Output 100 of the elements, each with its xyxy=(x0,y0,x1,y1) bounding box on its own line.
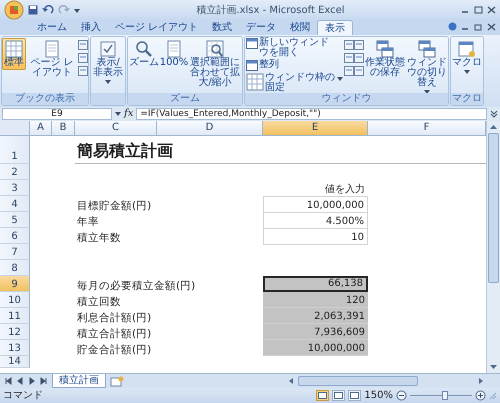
save-icon[interactable] xyxy=(28,5,38,15)
result-cell: 2,063,391 xyxy=(263,308,368,324)
window-icon[interactable] xyxy=(344,53,354,63)
result-cell: 7,936,609 xyxy=(263,324,368,340)
input-cell: 10,000,000 xyxy=(263,196,368,213)
row-header[interactable]: 12 xyxy=(0,324,30,340)
insert-sheet-icon[interactable] xyxy=(110,376,124,386)
cell-label: 毎月の必要積立金額(円) xyxy=(76,279,196,292)
column-header[interactable]: F xyxy=(368,121,486,136)
resize-grip-icon[interactable] xyxy=(489,392,497,400)
restore-icon[interactable] xyxy=(474,22,483,30)
scrollbar-thumb[interactable] xyxy=(488,133,499,283)
sheet-icon xyxy=(458,40,476,58)
zoom-slider[interactable] xyxy=(410,390,472,401)
view-icon[interactable] xyxy=(78,40,88,50)
ribbon-button[interactable]: ウィンドウ枠の固定 xyxy=(245,73,344,93)
window-icon[interactable] xyxy=(344,66,354,76)
office-button-icon[interactable] xyxy=(4,0,24,20)
cell-label: 利息合計額(円) xyxy=(76,311,152,324)
row-header[interactable]: 9 xyxy=(0,276,30,292)
row-header[interactable]: 11 xyxy=(0,308,30,324)
row-header[interactable]: 5 xyxy=(0,212,30,228)
page-icon xyxy=(43,40,61,58)
previous-sheet-icon[interactable] xyxy=(16,377,24,385)
ribbon-tab[interactable]: 表示 xyxy=(317,20,354,35)
ribbon-button[interactable]: 新しいウィンドウを開く xyxy=(245,38,344,58)
column-header[interactable]: B xyxy=(52,121,75,136)
row-header[interactable]: 1 xyxy=(0,136,30,164)
window-title: 積立計画.xlsx - Microsoft Excel xyxy=(195,4,346,18)
column-header[interactable]: C xyxy=(75,121,157,136)
ribbon-button[interactable]: 作業状態の保存 xyxy=(364,38,406,80)
ribbon-group-label: ブックの表示 xyxy=(2,93,88,105)
row-header[interactable]: 4 xyxy=(0,196,30,212)
cell-label: 年率 xyxy=(76,215,100,228)
ribbon-group-label: マクロ xyxy=(451,93,483,105)
insert-function-button[interactable]: fx xyxy=(124,109,134,119)
grid-icon xyxy=(246,73,264,91)
row-header[interactable]: 6 xyxy=(0,228,30,244)
column-header[interactable]: A xyxy=(30,121,52,136)
caret-icon[interactable] xyxy=(115,112,121,116)
ribbon-tab[interactable]: 挿入 xyxy=(74,20,108,35)
ribbon-button[interactable]: 標準 xyxy=(2,38,26,70)
zoom-in-icon[interactable] xyxy=(475,390,486,401)
grid-magnifier-icon xyxy=(206,40,224,58)
expand-icon[interactable] xyxy=(490,110,498,118)
ribbon-tab[interactable]: 数式 xyxy=(205,20,240,35)
name-box[interactable]: E9 xyxy=(2,108,112,120)
undo-icon[interactable] xyxy=(42,5,54,15)
grid-icon xyxy=(5,40,23,58)
cell-text: 値を入力 xyxy=(324,182,366,196)
view-icon[interactable] xyxy=(78,66,88,76)
formula-field[interactable]: =IF(Values_Entered,Monthly_Deposit,"") xyxy=(136,108,487,120)
windows-icon xyxy=(376,40,394,58)
slider-thumb[interactable] xyxy=(442,391,448,400)
window-icon[interactable] xyxy=(354,53,364,63)
ribbon-button[interactable]: 選択範囲に合わせて拡大/縮小 xyxy=(188,38,242,90)
ribbon-tab[interactable]: ページ レイアウト xyxy=(108,20,206,35)
ribbon-tab[interactable]: ホーム xyxy=(30,20,74,35)
view-icon[interactable] xyxy=(78,53,88,63)
checklist-icon xyxy=(99,40,117,58)
ribbon-group-label: ズーム xyxy=(128,93,242,105)
ribbon-button[interactable]: マクロ xyxy=(451,38,483,76)
ribbon-button[interactable]: ページ レイアウト xyxy=(26,38,78,80)
magnifier-icon xyxy=(135,40,153,58)
column-header[interactable]: E xyxy=(263,121,368,136)
window-icon[interactable] xyxy=(354,40,364,50)
group-footer xyxy=(91,93,125,105)
last-sheet-icon[interactable] xyxy=(40,377,48,385)
window-icon[interactable] xyxy=(354,66,364,76)
first-sheet-icon[interactable] xyxy=(4,377,12,385)
ribbon-tab[interactable]: 校閲 xyxy=(283,20,318,35)
ribbon-button[interactable]: 整列 xyxy=(245,60,344,71)
maximize-icon[interactable] xyxy=(474,6,483,14)
row-header[interactable]: 10 xyxy=(0,292,30,308)
ribbon-tab[interactable]: データ xyxy=(239,20,284,35)
customize-caret-icon[interactable] xyxy=(74,7,80,13)
zoom-out-icon[interactable] xyxy=(396,390,407,401)
cell-label: 貯金合計額(円) xyxy=(76,343,152,356)
sheet-tab[interactable]: 積立計画 xyxy=(52,374,106,388)
ribbon-button[interactable]: ズーム xyxy=(128,38,160,70)
page-layout-view-button[interactable] xyxy=(332,390,346,401)
result-cell: 10,000,000 xyxy=(263,340,368,356)
column-header[interactable]: D xyxy=(157,121,263,136)
close-icon[interactable] xyxy=(487,6,496,14)
next-sheet-icon[interactable] xyxy=(28,377,36,385)
window-icon xyxy=(246,38,258,49)
row-header[interactable]: 8 xyxy=(0,260,30,276)
result-cell: 66,138 xyxy=(263,276,368,292)
window-icon[interactable] xyxy=(344,40,354,50)
cell-label: 積立合計額(円) xyxy=(76,327,152,340)
normal-view-button[interactable] xyxy=(316,390,330,401)
page-break-view-button[interactable] xyxy=(348,390,362,401)
row-header[interactable]: 14 xyxy=(0,356,30,368)
close-icon[interactable] xyxy=(487,22,496,30)
ribbon-button[interactable]: 100% xyxy=(160,38,188,70)
row-header[interactable]: 3 xyxy=(0,180,30,196)
scrollbar-thumb[interactable] xyxy=(298,376,418,386)
row-header[interactable]: 7 xyxy=(0,244,30,260)
row-header[interactable]: 2 xyxy=(0,164,30,180)
row-header[interactable]: 13 xyxy=(0,340,30,356)
